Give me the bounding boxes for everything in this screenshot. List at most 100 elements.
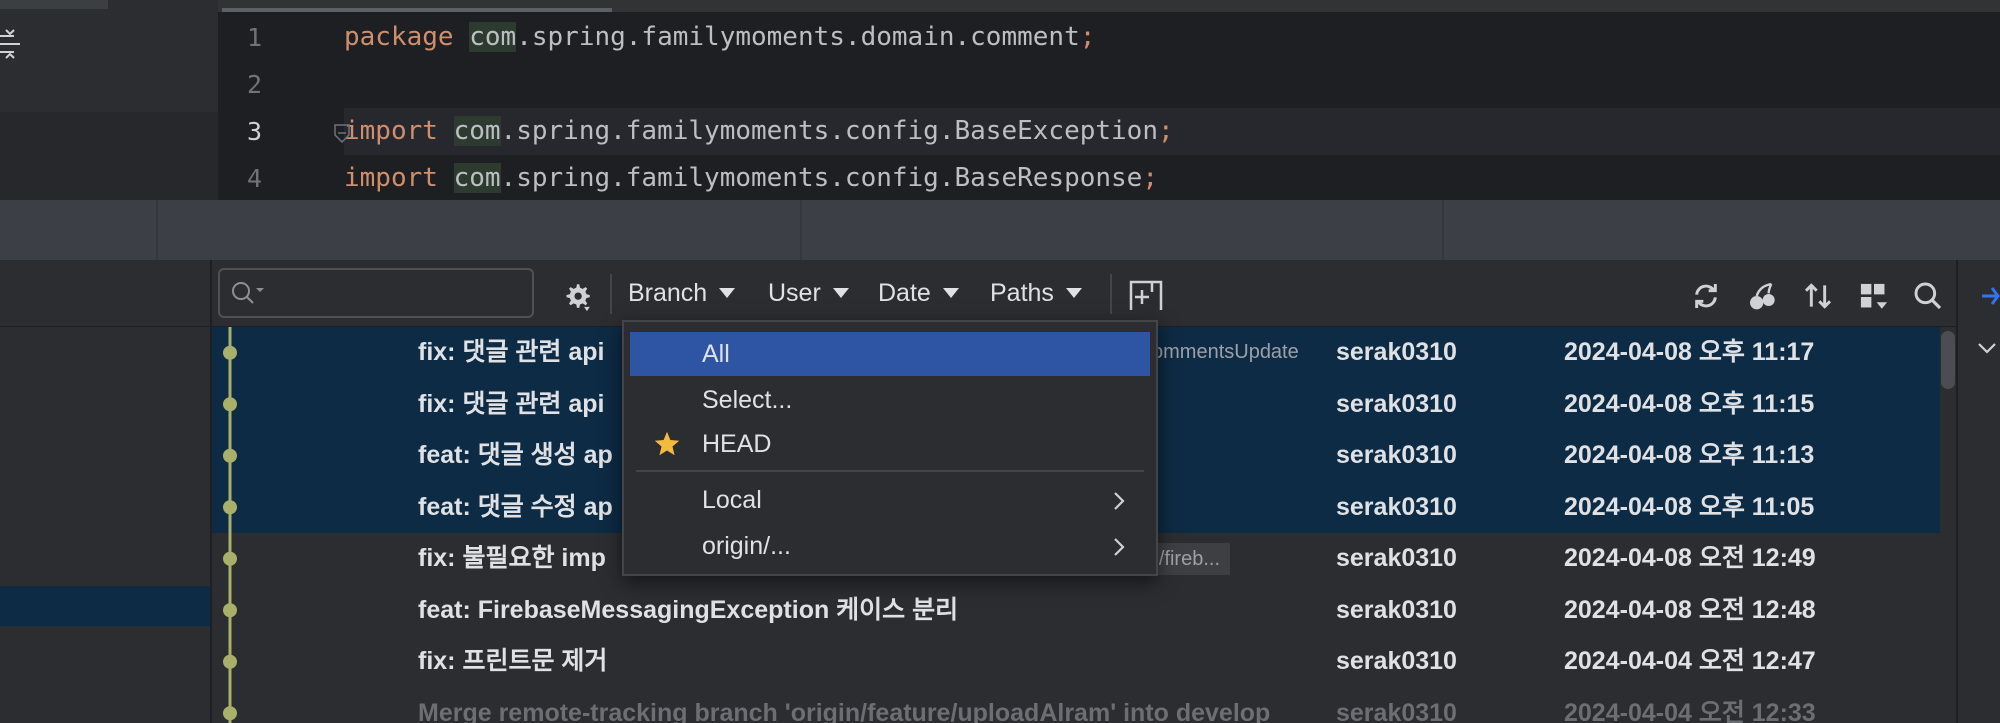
commit-date: 2024-04-04 오전 12:47	[1564, 647, 1816, 675]
commit-author: serak0310	[1336, 647, 1457, 675]
toolbar-separator	[1110, 274, 1112, 314]
date-filter[interactable]: Date	[878, 270, 959, 316]
code-line-3[interactable]: import com.spring.familymoments.config.B…	[344, 108, 2000, 155]
details-panel-strip	[1956, 260, 2000, 723]
search-icon[interactable]	[1912, 280, 1944, 312]
commit-author: serak0310	[1336, 441, 1457, 469]
commit-date: 2024-04-04 오전 12:33	[1564, 698, 1816, 723]
fold-marker-icon[interactable]	[333, 123, 351, 145]
commit-author: serak0310	[1336, 338, 1457, 366]
commit-message: feat: FirebaseMessagingException 케이스 분리	[418, 595, 959, 624]
scrollbar-thumb[interactable]	[1941, 331, 1955, 389]
commit-message: fix: 댓글 관련 api	[418, 389, 605, 418]
menu-item-label: HEAD	[702, 430, 772, 458]
menu-item-origin[interactable]: origin/...	[630, 524, 1150, 568]
commit-message: fix: 댓글 관련 api	[418, 338, 605, 366]
commit-date: 2024-04-08 오전 12:48	[1564, 595, 1816, 624]
commit-author: serak0310	[1336, 544, 1457, 572]
menu-item-label: origin/...	[702, 532, 791, 560]
commit-date: 2024-04-08 오후 11:05	[1564, 492, 1815, 521]
toolbar-separator	[610, 274, 612, 314]
commit-message: feat: 댓글 수정 ap	[418, 492, 613, 521]
graph-commit-node	[223, 551, 237, 566]
semicolon: ;	[1158, 116, 1174, 146]
cherry-pick-icon[interactable]	[1746, 280, 1778, 312]
menu-item-select[interactable]: Select...	[630, 378, 1150, 422]
commit-message: Merge remote-tracking branch 'origin/fea…	[418, 698, 1271, 723]
menu-item-head[interactable]: HEAD	[630, 422, 1150, 466]
commit-author: serak0310	[1336, 595, 1457, 624]
graph-commit-node	[223, 654, 237, 669]
line-number: 2	[246, 70, 262, 99]
graph-commit-node	[223, 603, 237, 618]
menu-item-label: Select...	[702, 386, 793, 414]
keyword: import	[344, 163, 438, 193]
sort-arrows-icon[interactable]	[1802, 280, 1834, 312]
chevron-down-icon[interactable]	[1976, 340, 1998, 356]
pin-icon[interactable]	[1978, 282, 2000, 310]
commit-graph	[223, 327, 237, 723]
user-filter-label: User	[768, 278, 821, 307]
commit-message: fix: 프린트문 제거	[418, 647, 608, 675]
chevron-right-icon	[1114, 492, 1125, 510]
table-row[interactable]: feat: FirebaseMessagingException 케이스 분리 …	[212, 585, 1940, 637]
branch-filter[interactable]: Branch	[628, 270, 736, 316]
panel-scroll-indicator	[0, 0, 108, 9]
identifier-highlight: com	[453, 163, 501, 193]
code-line-2[interactable]	[344, 61, 2000, 108]
graph-commit-node	[223, 448, 237, 463]
commit-author: serak0310	[1336, 698, 1457, 723]
new-tab-icon[interactable]	[1128, 278, 1164, 314]
date-filter-label: Date	[878, 278, 931, 307]
collapse-all-icon[interactable]	[0, 26, 20, 60]
code-line-1[interactable]: package com.spring.familymoments.domain.…	[344, 14, 2000, 61]
menu-item-all[interactable]: All	[630, 332, 1150, 376]
keyword: import	[344, 116, 438, 146]
chevron-down-icon	[1065, 288, 1082, 298]
semicolon: ;	[1079, 22, 1096, 52]
vertical-scrollbar[interactable]	[1940, 327, 1956, 723]
branch-filter-menu: All Select... HEAD Local origin/...	[622, 320, 1158, 576]
tool-window-header	[0, 200, 2000, 260]
code-line-4[interactable]: import com.spring.familymoments.config.B…	[344, 155, 2000, 202]
layout-options-icon[interactable]	[1858, 280, 1890, 314]
editor-gutter: 1 2 3 4	[218, 12, 344, 200]
graph-commit-node	[223, 397, 237, 412]
project-panel-top	[0, 0, 218, 200]
divider	[1442, 200, 1444, 260]
editor-tab-bar	[218, 0, 2000, 12]
identifier-highlight: com	[453, 116, 501, 146]
commit-message: feat: 댓글 생성 ap	[418, 441, 613, 469]
settings-gear-icon[interactable]	[560, 280, 594, 314]
table-row[interactable]: Merge remote-tracking branch 'origin/fea…	[212, 688, 1940, 723]
search-input[interactable]	[218, 268, 534, 318]
commit-date: 2024-04-08 오후 11:15	[1564, 389, 1815, 418]
import-path: .spring.familymoments.config.BaseRespons…	[500, 163, 1143, 193]
line-number: 1	[246, 23, 262, 52]
divider	[0, 326, 210, 327]
line-number: 4	[246, 164, 262, 193]
chevron-right-icon	[1114, 538, 1125, 556]
sidebar-selected-row[interactable]	[0, 586, 210, 626]
menu-item-label: All	[702, 340, 730, 368]
chevron-down-icon	[832, 288, 849, 298]
line-number-current: 3	[246, 117, 262, 146]
graph-commit-node	[223, 500, 237, 515]
graph-commit-node	[223, 706, 237, 721]
menu-item-local[interactable]: Local	[630, 478, 1150, 522]
menu-divider	[636, 470, 1144, 472]
user-filter[interactable]: User	[768, 270, 849, 316]
commit-author: serak0310	[1336, 389, 1457, 418]
commit-date: 2024-04-08 오후 11:13	[1564, 441, 1815, 469]
search-icon	[232, 282, 264, 304]
commit-author: serak0310	[1336, 492, 1457, 521]
table-row[interactable]: fix: 프린트문 제거 serak0310 2024-04-04 오전 12:…	[212, 636, 1940, 688]
commit-date: 2024-04-08 오전 12:49	[1564, 544, 1816, 572]
refresh-icon[interactable]	[1690, 280, 1722, 312]
paths-filter[interactable]: Paths	[990, 270, 1082, 316]
chevron-down-icon	[719, 288, 736, 298]
divider	[800, 200, 802, 260]
code-editor[interactable]: package com.spring.familymoments.domain.…	[344, 12, 2000, 200]
branch-filter-label: Branch	[628, 278, 708, 307]
branches-sidebar	[0, 260, 212, 723]
